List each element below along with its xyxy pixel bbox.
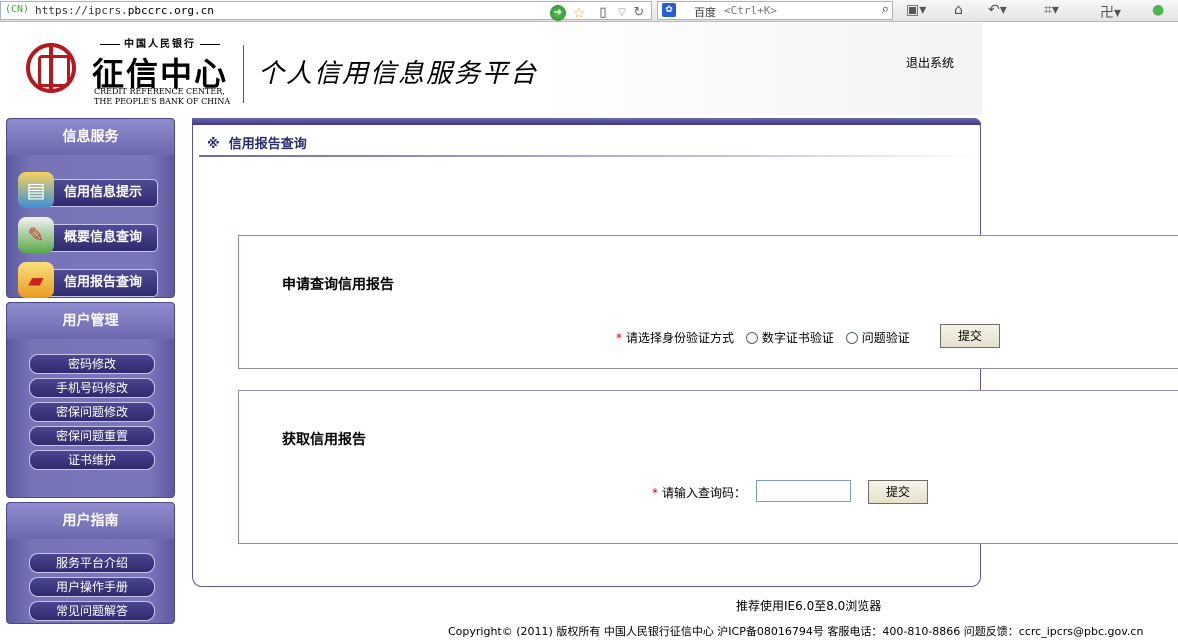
copyright-text: Copyright© (2011) 版权所有 中国人民银行征信中心 沪ICP备0… — [448, 625, 1144, 638]
logout-link[interactable]: 退出系统 — [906, 54, 954, 71]
apply-report-section: 申请查询信用报告 * 请选择身份验证方式 数字证书验证 问题验证 提交 — [238, 235, 1178, 369]
get-section-title: 获取信用报告 — [282, 432, 366, 448]
back-icon[interactable]: ↶▾ — [988, 2, 1007, 18]
pbc-seal-logo-icon — [26, 43, 76, 93]
required-star: * — [616, 331, 622, 345]
crop-icon[interactable]: ⌗▾ — [1044, 2, 1059, 18]
credit-card-icon: ▤ — [18, 172, 54, 208]
sidebar-item-credit-tips[interactable]: ▤ 信用信息提示 — [18, 172, 158, 208]
search-engine-label: 百度 — [694, 6, 716, 19]
sidebar-item-security-question[interactable]: 密保问题修改 — [29, 402, 155, 422]
get-report-section: 获取信用报告 * 请输入查询码： 提交 — [238, 390, 1178, 544]
toolbar-buttons: ▣▾ ⌂ ↶▾ ⌗▾ 卍▾ ● — [900, 0, 1178, 22]
verify-method-label: 请选择身份验证方式 — [626, 331, 735, 345]
search-icon[interactable]: ⌕ — [882, 2, 889, 17]
sidebar-item-security-reset[interactable]: 密保问题重置 — [29, 426, 155, 446]
address-bar[interactable]: (CN) https://ipcrs.pbccrc.org.cn ➜ ☆ ▯ ▽… — [0, 1, 652, 21]
breadcrumb: ※ 信用报告查询 — [207, 133, 307, 152]
browser-toolbar: (CN) https://ipcrs.pbccrc.org.cn ➜ ☆ ▯ ▽… — [0, 0, 1178, 22]
url-domain: pbccrc.org.cn — [127, 4, 214, 17]
sidebar-item-intro[interactable]: 服务平台介绍 — [29, 553, 155, 573]
platform-title: 个人信用信息服务平台 — [258, 59, 539, 89]
search-placeholder: <Ctrl+K> — [724, 4, 777, 17]
sidebar-item-summary-query[interactable]: ✎ 概要信息查询 — [18, 217, 158, 253]
get-submit-button[interactable]: 提交 — [868, 480, 928, 504]
history-dropdown-icon[interactable]: ▽ — [614, 5, 630, 21]
site-header: 中国人民银行 征信中心 CREDIT REFERENCE CENTER, THE… — [0, 23, 982, 115]
page-title: 信用报告查询 — [228, 137, 307, 152]
query-code-label: 请输入查询码： — [662, 486, 747, 500]
sidebar-info-services: 信息服务 ▤ 信用信息提示 ✎ 概要信息查询 ▰ 信用报告查询 — [6, 118, 175, 298]
query-code-input[interactable] — [756, 480, 851, 502]
header-divider — [243, 45, 244, 103]
sidebar-item-label: 信用信息提示 — [64, 185, 143, 200]
radio-cert-verify[interactable] — [745, 331, 758, 344]
apply-submit-button[interactable]: 提交 — [940, 324, 1000, 348]
logo-top-text: 中国人民银行 — [96, 35, 224, 50]
bookmark-star-icon[interactable]: ☆ — [571, 5, 587, 21]
sidebar-item-label: 概要信息查询 — [64, 230, 143, 245]
breadcrumb-underline — [199, 155, 979, 157]
sidebar-item-phone[interactable]: 手机号码修改 — [29, 378, 155, 398]
query-code-row: * 请输入查询码： — [652, 484, 746, 501]
sidebar-item-manual[interactable]: 用户操作手册 — [29, 577, 155, 597]
sidebar-item-password[interactable]: 密码修改 — [29, 354, 155, 374]
logo-english-line2: THE PEOPLE'S BANK OF CHINA — [94, 97, 231, 106]
radio-question-label[interactable]: 问题验证 — [862, 331, 910, 345]
url-prefix: https://ipcrs. — [35, 4, 128, 17]
sidebar-item-label: 信用报告查询 — [64, 275, 143, 290]
logo-english-line1: CREDIT REFERENCE CENTER, — [94, 87, 225, 96]
addon-icon[interactable]: 卍▾ — [1100, 2, 1121, 22]
reload-icon[interactable]: ↻ — [631, 5, 647, 21]
bookmarks-icon[interactable]: ▣▾ — [906, 2, 926, 18]
sidebar-item-certificate[interactable]: 证书维护 — [29, 450, 155, 470]
baidu-paw-icon[interactable]: ✿ — [662, 3, 676, 17]
browser-recommendation: 推荐使用IE6.0至8.0浏览器 — [736, 599, 882, 613]
sidebar-heading-user: 用户管理 — [7, 303, 174, 339]
wechat-icon[interactable]: ● — [1152, 2, 1164, 18]
url-text: https://ipcrs.pbccrc.org.cn — [35, 4, 214, 17]
breadcrumb-mark: ※ — [207, 137, 220, 152]
sidebar-user-guide: 用户指南 服务平台介绍 用户操作手册 常见问题解答 — [6, 502, 175, 624]
sidebar-user-management: 用户管理 密码修改 手机号码修改 密保问题修改 密保问题重置 证书维护 — [6, 302, 175, 498]
mobile-icon[interactable]: ▯ — [595, 5, 611, 21]
cn-indicator: (CN) — [5, 4, 30, 15]
radio-cert-label[interactable]: 数字证书验证 — [762, 331, 834, 345]
sidebar-heading-info: 信息服务 — [7, 119, 174, 155]
required-star: * — [652, 486, 658, 500]
radio-question-verify[interactable] — [845, 331, 858, 344]
sidebar-heading-guide: 用户指南 — [7, 503, 174, 539]
report-folder-icon: ▰ — [18, 262, 54, 298]
sidebar-item-report-query[interactable]: ▰ 信用报告查询 — [18, 262, 158, 298]
sidebar-item-faq[interactable]: 常见问题解答 — [29, 601, 155, 621]
pencil-document-icon: ✎ — [18, 217, 54, 253]
verify-method-row: * 请选择身份验证方式 数字证书验证 问题验证 — [616, 329, 910, 346]
home-icon[interactable]: ⌂ — [954, 2, 963, 18]
search-bar[interactable]: ✿ 百度 <Ctrl+K> ⌕ — [657, 1, 893, 20]
content-topbar — [192, 118, 981, 125]
apply-section-title: 申请查询信用报告 — [282, 277, 394, 293]
go-arrow-icon[interactable]: ➜ — [550, 5, 566, 21]
